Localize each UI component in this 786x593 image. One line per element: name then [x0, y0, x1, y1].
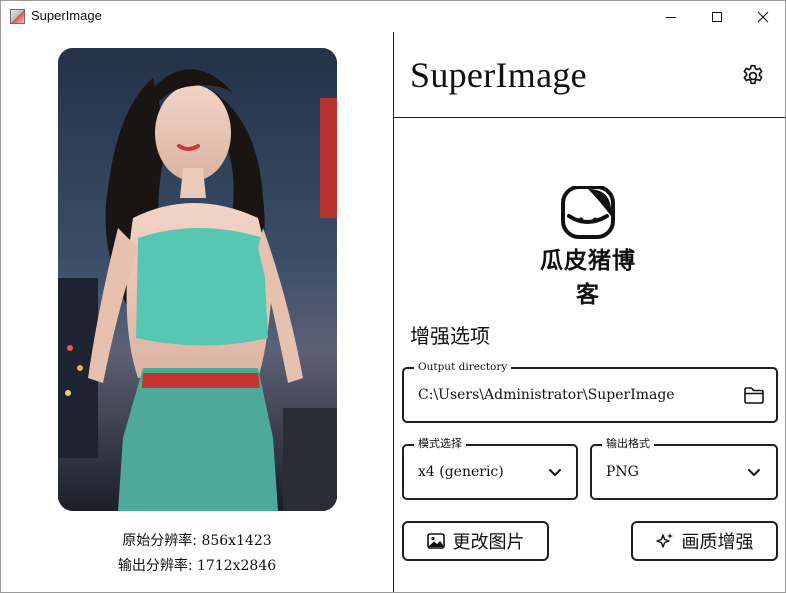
output-resolution: 输出分辨率: 1712x2846	[1, 555, 393, 575]
original-resolution-label: 原始分辨率:	[122, 533, 197, 549]
window-title: SuperImage	[31, 8, 102, 23]
logo-text: 瓜皮猪博客	[540, 248, 636, 308]
sparkle-icon	[655, 533, 673, 548]
format-select-value: PNG	[606, 464, 639, 480]
output-directory-value: C:\Users\Administrator\SuperImage	[418, 387, 675, 403]
format-select[interactable]: 输出格式 PNG	[590, 437, 778, 500]
minimize-button[interactable]	[648, 1, 694, 32]
app-title: SuperImage	[410, 55, 587, 95]
mode-select[interactable]: 模式选择 x4 (generic)	[402, 437, 578, 500]
pig-logo-icon	[561, 185, 615, 239]
chevron-down-icon	[748, 469, 760, 476]
brand-logo: 瓜皮猪博客	[529, 185, 647, 308]
format-select-legend: 输出格式	[602, 437, 654, 451]
output-resolution-label: 输出分辨率:	[117, 558, 193, 574]
mode-select-legend: 模式选择	[414, 437, 466, 451]
chevron-down-icon	[549, 469, 561, 476]
output-resolution-value: 1712x2846	[197, 558, 277, 574]
settings-gear-icon[interactable]	[740, 63, 766, 89]
enhance-label: 画质增强	[681, 532, 754, 553]
close-button[interactable]	[740, 1, 785, 32]
maximize-icon	[712, 11, 722, 22]
output-directory-legend: Output directory	[414, 360, 512, 374]
mode-select-value: x4 (generic)	[418, 464, 504, 480]
close-icon	[757, 11, 769, 22]
original-resolution-value: 856x1423	[201, 533, 272, 549]
image-icon	[426, 533, 445, 549]
header-divider	[394, 117, 785, 118]
app-window: SuperImage 原始分辨率: 856x1423 输出分辨率: 1712x2…	[0, 0, 786, 593]
original-resolution: 原始分辨率: 856x1423	[1, 530, 393, 550]
section-title: 增强选项	[410, 324, 490, 348]
maximize-button[interactable]	[694, 1, 740, 32]
image-preview[interactable]	[58, 48, 337, 511]
output-directory-field[interactable]: Output directory C:\Users\Administrator\…	[402, 360, 778, 423]
enhance-button[interactable]: 画质增强	[631, 521, 778, 561]
title-bar[interactable]: SuperImage	[1, 1, 785, 32]
change-image-label: 更改图片	[452, 532, 525, 553]
preview-photo	[58, 48, 337, 511]
folder-icon[interactable]	[744, 387, 764, 404]
change-image-button[interactable]: 更改图片	[402, 521, 549, 561]
app-icon	[10, 9, 25, 24]
minimize-icon	[666, 16, 676, 18]
options-panel: SuperImage 瓜皮猪博客 增强选项 Output directory C…	[394, 32, 785, 592]
preview-panel: 原始分辨率: 856x1423 输出分辨率: 1712x2846	[1, 32, 393, 592]
